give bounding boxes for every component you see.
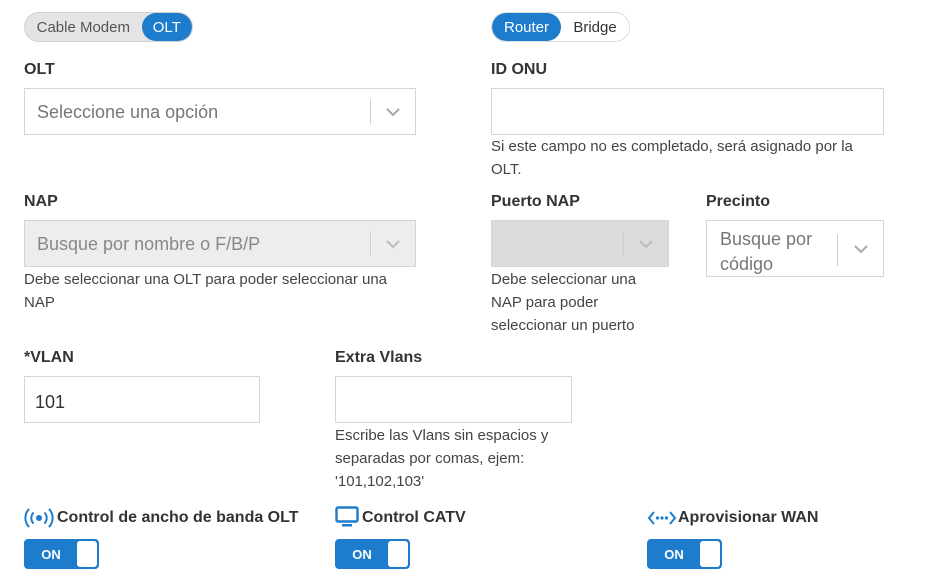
wan-provision-label: Aprovisionar WAN (678, 509, 819, 526)
toggle-knob[interactable] (76, 540, 98, 568)
chevron-down-icon[interactable] (384, 238, 402, 250)
precinto-select[interactable]: Busque por código (706, 220, 884, 277)
id-onu-input[interactable] (491, 88, 884, 135)
catv-control-toggle[interactable]: ON (335, 539, 410, 569)
puerto-nap-help: Debe seleccionar una NAP para poder sele… (491, 268, 636, 337)
placeholder-line: Busque por (720, 229, 813, 249)
help-line: seleccionar un puerto (491, 317, 635, 334)
help-line: OLT. (491, 161, 522, 178)
select-separator (623, 231, 624, 256)
toggle-knob[interactable] (387, 540, 409, 568)
device-type-switch: Cable Modem OLT (24, 12, 193, 42)
toggle-state: ON (664, 546, 684, 562)
cable-modem-option[interactable]: Cable Modem (25, 13, 142, 41)
help-line: Escribe las Vlans sin espacios y (335, 427, 549, 444)
extra-vlans-input[interactable] (335, 376, 572, 423)
olt-select-placeholder: Seleccione una opción (37, 102, 219, 122)
help-line: separadas por comas, ejem: (335, 450, 525, 467)
network-icon (647, 511, 677, 525)
chevron-down-icon[interactable] (384, 106, 402, 118)
select-separator (370, 231, 371, 256)
broadcast-icon (24, 508, 54, 528)
tv-icon (335, 506, 359, 527)
olt-select[interactable]: Seleccione una opción (24, 88, 416, 135)
router-option[interactable]: Router (492, 13, 561, 41)
chevron-down-icon[interactable] (637, 238, 655, 250)
toggle-state: ON (41, 546, 61, 562)
placeholder-line: código (720, 254, 774, 274)
puerto-nap-label: Puerto NAP (491, 193, 580, 210)
olt-label: OLT (24, 61, 55, 78)
wan-provision-toggle[interactable]: ON (647, 539, 722, 569)
toggle-state: ON (352, 546, 372, 562)
nap-select-placeholder: Busque por nombre o F/B/P (37, 234, 261, 254)
help-line: Debe seleccionar una OLT para poder sele… (24, 271, 388, 288)
nap-label: NAP (24, 193, 58, 210)
id-onu-help: Si este campo no es completado, será asi… (491, 135, 853, 181)
nap-help: Debe seleccionar una OLT para poder sele… (24, 268, 387, 314)
help-line: NAP (24, 294, 55, 311)
vlan-input[interactable]: 101 (24, 376, 260, 423)
help-line: Debe seleccionar una (491, 271, 637, 288)
puerto-nap-select[interactable] (491, 220, 669, 267)
help-line: Si este campo no es completado, será asi… (491, 138, 853, 155)
help-line: '101,102,103' (335, 473, 425, 490)
bridge-option[interactable]: Bridge (561, 13, 629, 41)
select-separator (370, 99, 371, 124)
extra-vlans-help: Escribe las Vlans sin espacios y separad… (335, 424, 548, 493)
bandwidth-control-toggle[interactable]: ON (24, 539, 99, 569)
precinto-select-placeholder: Busque por código (720, 227, 812, 277)
olt-option[interactable]: OLT (141, 13, 192, 41)
bandwidth-control-label: Control de ancho de banda OLT (57, 509, 299, 526)
id-onu-label: ID ONU (491, 61, 547, 78)
select-separator (837, 234, 838, 266)
chevron-down-icon[interactable] (852, 243, 870, 255)
mode-switch: Router Bridge (491, 12, 630, 42)
help-line: NAP para poder (491, 294, 599, 311)
precinto-label: Precinto (706, 193, 771, 210)
toggle-knob[interactable] (699, 540, 721, 568)
vlan-label: *VLAN (24, 349, 74, 366)
vlan-value: 101 (35, 392, 66, 412)
catv-control-label: Control CATV (362, 509, 466, 526)
extra-vlans-label: Extra Vlans (335, 349, 423, 366)
nap-select[interactable]: Busque por nombre o F/B/P (24, 220, 416, 267)
